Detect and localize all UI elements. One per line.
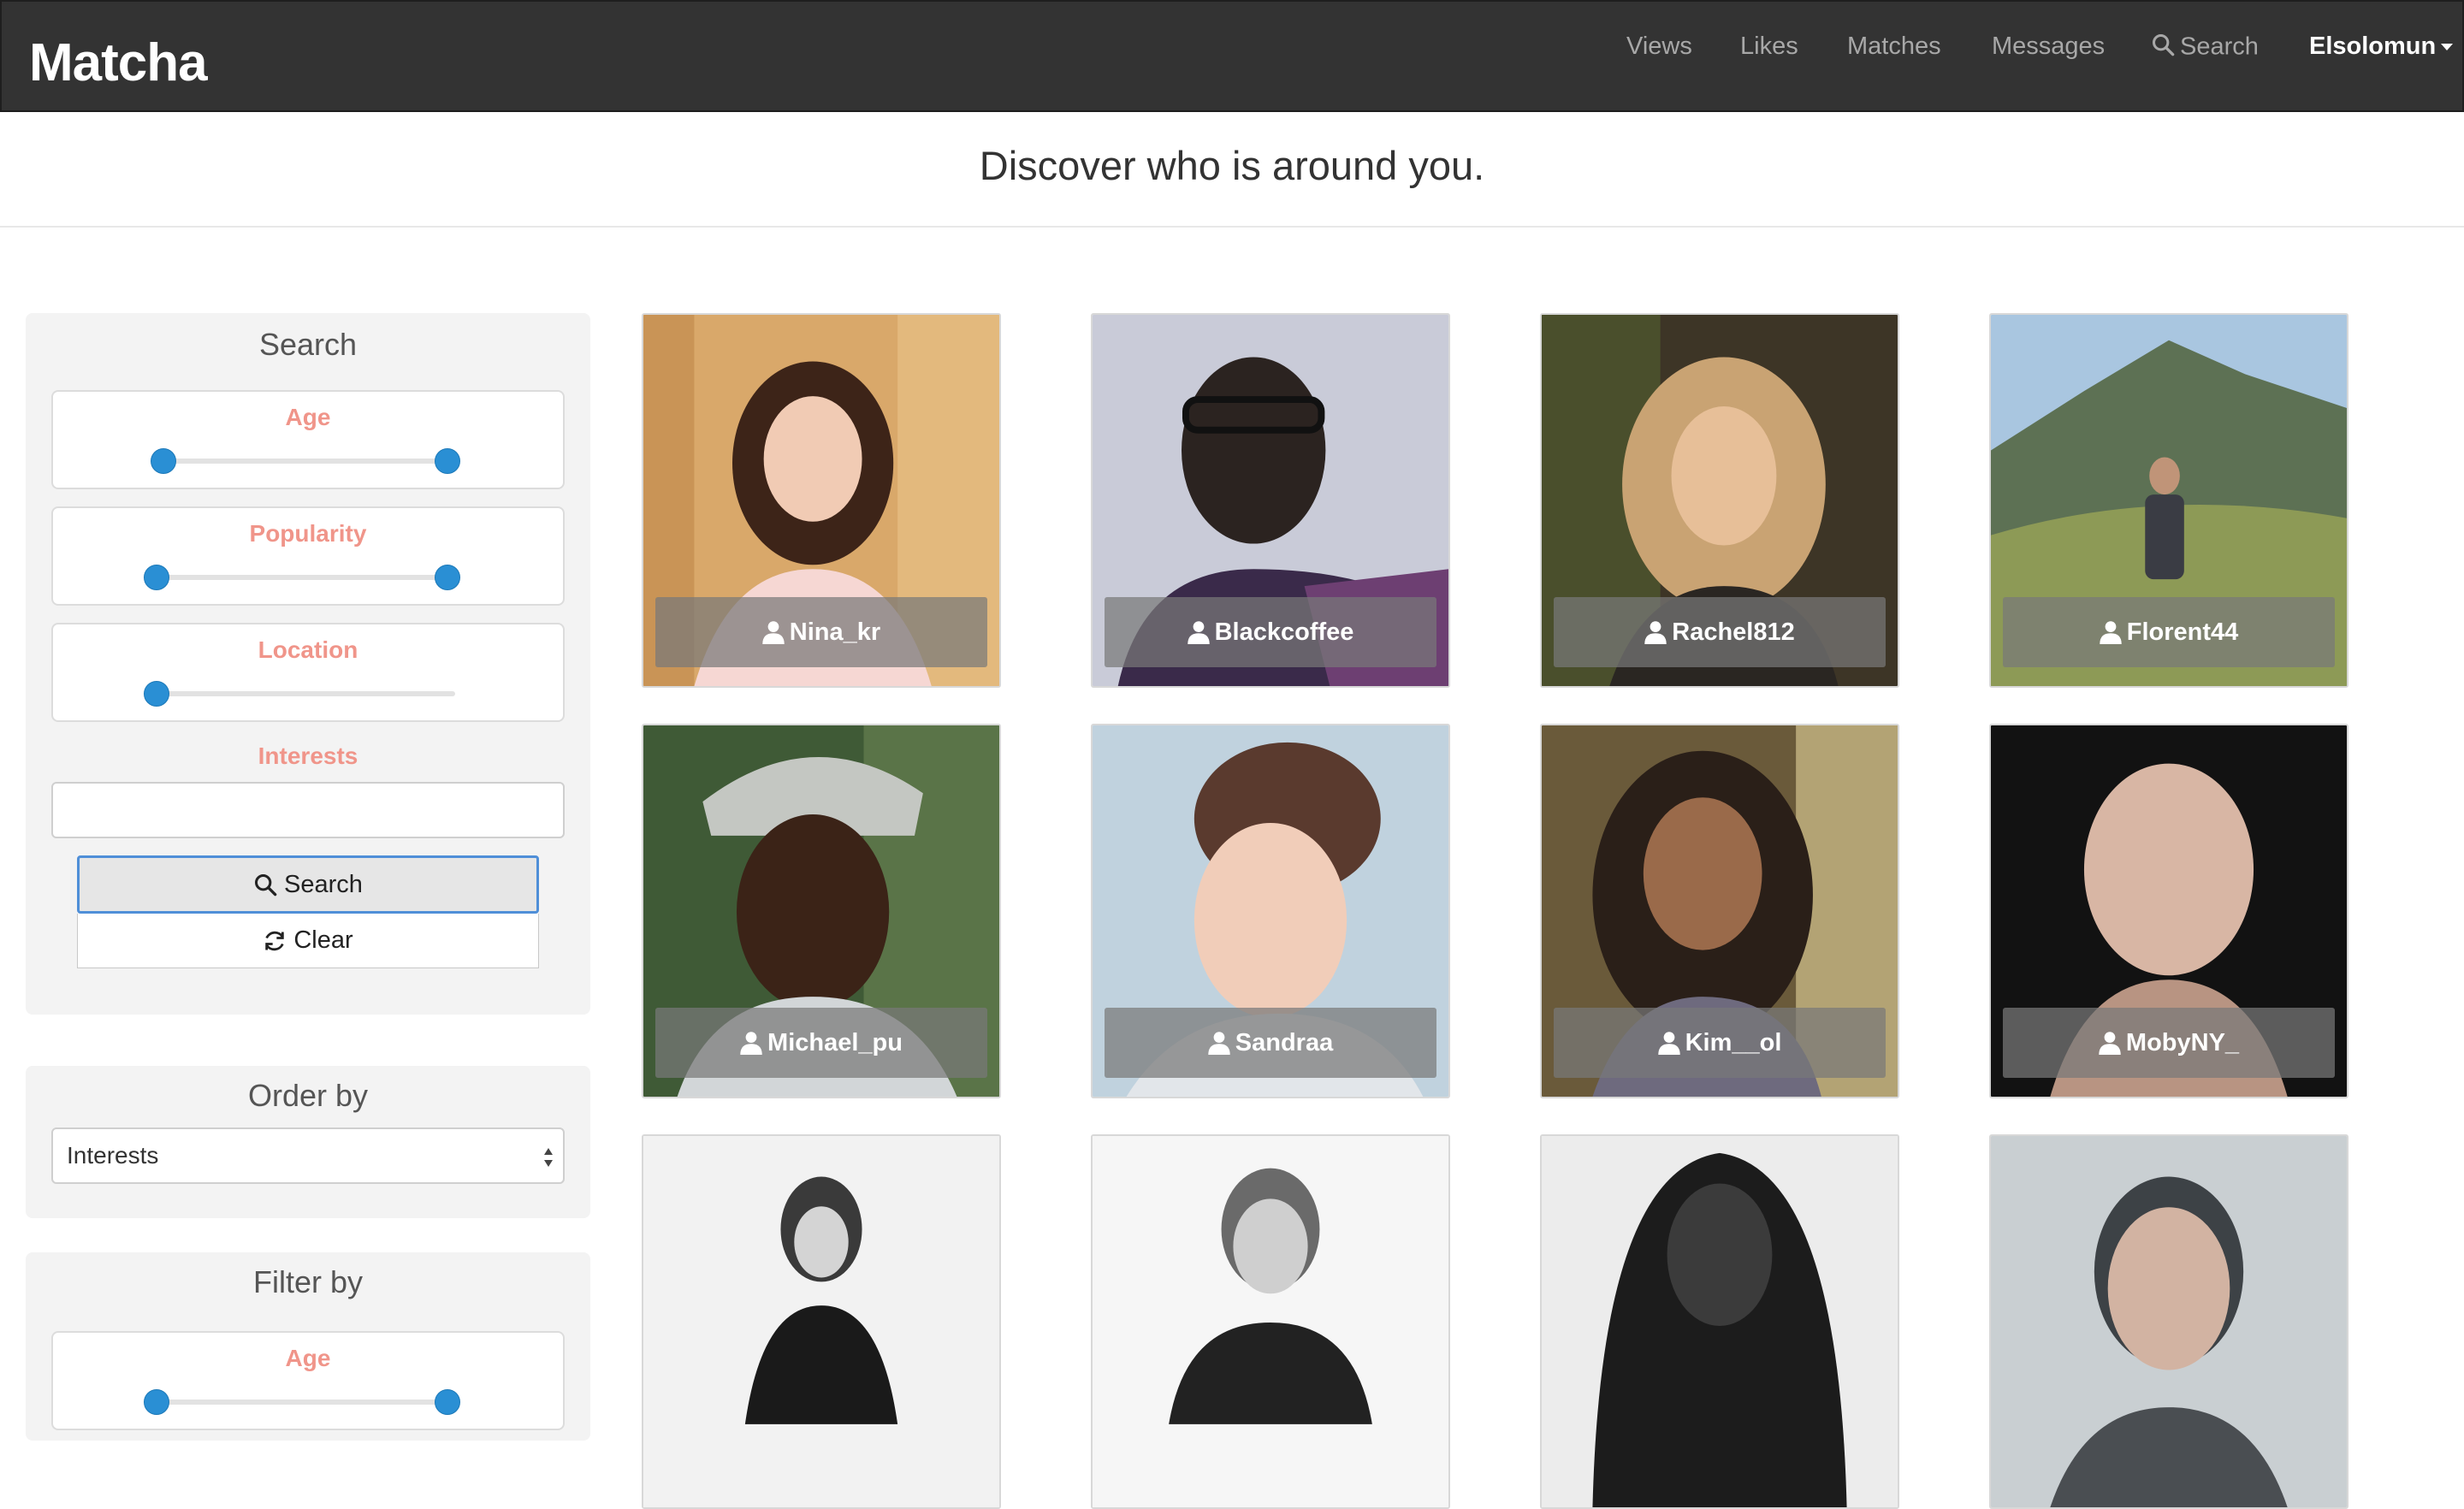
profile-username: MobyNY_	[2003, 1008, 2335, 1078]
profile-username-text: Nina_kr	[789, 618, 881, 646]
search-button[interactable]: Search	[77, 855, 539, 914]
refresh-icon	[265, 931, 285, 950]
clear-button[interactable]: Clear	[77, 914, 539, 968]
profile-username: Sandraa	[1105, 1008, 1436, 1078]
brand-logo[interactable]: Matcha	[29, 33, 208, 93]
user-icon	[1208, 1032, 1230, 1055]
profile-username-text: Florent44	[2126, 618, 2239, 646]
profile-card[interactable]	[1989, 1134, 2348, 1509]
location-slider-handle[interactable]	[144, 681, 169, 707]
profile-card[interactable]	[1540, 1134, 1899, 1509]
age-slider-min-handle[interactable]	[151, 448, 176, 474]
age-slider-track[interactable]	[164, 459, 455, 464]
popularity-slider-label: Popularity	[249, 520, 367, 547]
search-icon	[255, 873, 277, 897]
nav-likes[interactable]: Likes	[1740, 33, 1798, 61]
profile-username-text: Blackcoffee	[1214, 618, 1354, 646]
filter-age-slider-track[interactable]	[156, 1400, 455, 1405]
location-slider-label: Location	[258, 636, 358, 663]
search-icon	[2151, 33, 2175, 63]
caret-down-icon	[2441, 44, 2454, 51]
nav-views[interactable]: Views	[1626, 33, 1692, 61]
profile-username: Blackcoffee	[1105, 597, 1436, 667]
profile-card[interactable]	[642, 1134, 1001, 1509]
clear-button-label: Clear	[293, 926, 353, 954]
filter-panel: Filter by Age	[26, 1252, 590, 1441]
page-title: Discover who is around you.	[979, 143, 1485, 188]
nav-messages[interactable]: Messages	[1992, 33, 2105, 61]
interests-input[interactable]	[51, 782, 565, 838]
popularity-slider-track[interactable]	[156, 575, 447, 580]
user-icon	[762, 621, 785, 644]
filter-age-slider-box: Age	[51, 1331, 565, 1430]
user-icon	[740, 1032, 762, 1055]
filter-age-slider-label: Age	[285, 1345, 331, 1371]
location-slider-box: Location	[51, 623, 565, 722]
user-icon	[2099, 1032, 2121, 1055]
profile-username: Michael_pu	[655, 1008, 987, 1078]
search-button-label: Search	[284, 870, 363, 898]
user-icon	[2100, 621, 2122, 644]
filter-age-slider-max-handle[interactable]	[435, 1389, 460, 1415]
select-arrows-icon	[544, 1148, 553, 1167]
nav-search[interactable]: Search	[2151, 33, 2259, 63]
age-slider-box: Age	[51, 390, 565, 489]
profile-photo	[1991, 1136, 2347, 1507]
profile-card[interactable]: Blackcoffee	[1091, 313, 1450, 688]
user-menu[interactable]: Elsolomun	[2309, 33, 2454, 61]
profile-username: Kim__ol	[1554, 1008, 1886, 1078]
header-divider	[0, 226, 2464, 228]
profile-username-text: MobyNY_	[2125, 1028, 2240, 1056]
profile-username: Nina_kr	[655, 597, 987, 667]
profile-card[interactable]: Kim__ol	[1540, 724, 1899, 1098]
user-icon	[1644, 621, 1667, 644]
popularity-slider-max-handle[interactable]	[435, 565, 460, 590]
profile-card[interactable]: Nina_kr	[642, 313, 1001, 688]
search-panel: Search Age Popularity Location Interests…	[26, 313, 590, 1015]
profile-username-text: Michael_pu	[767, 1028, 903, 1056]
profile-photo	[1093, 1136, 1448, 1507]
location-slider-track[interactable]	[156, 691, 455, 696]
profile-card[interactable]: Florent44	[1989, 313, 2348, 688]
order-select[interactable]: Interests	[51, 1127, 565, 1184]
popularity-slider-box: Popularity	[51, 506, 565, 606]
filter-panel-title: Filter by	[252, 1264, 364, 1299]
user-name: Elsolomun	[2309, 33, 2437, 60]
profile-card[interactable]: Michael_pu	[642, 724, 1001, 1098]
search-panel-title: Search	[258, 327, 358, 362]
age-slider-max-handle[interactable]	[435, 448, 460, 474]
filter-age-slider-min-handle[interactable]	[144, 1389, 169, 1415]
user-icon	[1187, 621, 1210, 644]
nav-search-label: Search	[2180, 33, 2259, 61]
profile-photo	[643, 1136, 999, 1507]
profile-photo	[1542, 1136, 1898, 1507]
interests-label: Interests	[258, 743, 358, 769]
profile-card[interactable]: MobyNY_	[1989, 724, 2348, 1098]
order-panel-title: Order by	[247, 1078, 369, 1113]
order-panel: Order by Interests	[26, 1066, 590, 1218]
age-slider-label: Age	[285, 404, 331, 430]
profile-username-text: Kim__ol	[1685, 1028, 1782, 1056]
nav-matches[interactable]: Matches	[1847, 33, 1941, 61]
profile-username-text: Rachel812	[1672, 618, 1795, 646]
profile-card[interactable]: Rachel812	[1540, 313, 1899, 688]
profile-username: Rachel812	[1554, 597, 1886, 667]
profile-username-text: Sandraa	[1235, 1028, 1334, 1056]
user-icon	[1657, 1032, 1680, 1055]
order-select-value: Interests	[67, 1142, 159, 1169]
profile-card[interactable]: Sandraa	[1091, 724, 1450, 1098]
navbar: Matcha Views Likes Matches Messages Sear…	[0, 0, 2464, 112]
profile-card[interactable]	[1091, 1134, 1450, 1509]
profile-username: Florent44	[2003, 597, 2335, 667]
popularity-slider-min-handle[interactable]	[144, 565, 169, 590]
